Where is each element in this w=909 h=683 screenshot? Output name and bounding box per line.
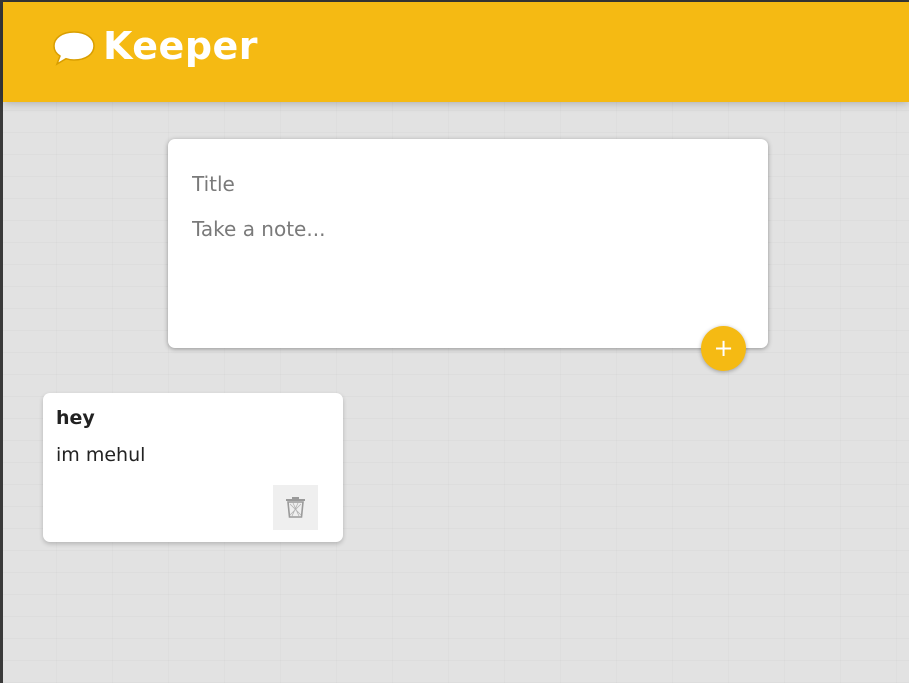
add-note-button[interactable]: + <box>701 326 746 371</box>
note-content-input[interactable] <box>192 217 742 327</box>
window-left-border <box>0 0 3 683</box>
speech-bubble-icon <box>53 31 95 66</box>
app-title: Keeper <box>103 24 259 68</box>
delete-note-button[interactable] <box>273 485 318 530</box>
create-note-form <box>168 139 768 348</box>
app-header: Keeper <box>3 2 909 102</box>
note-title: hey <box>56 407 95 429</box>
note-content: im mehul <box>56 444 146 466</box>
note-title-input[interactable] <box>192 169 742 199</box>
trash-icon <box>286 497 305 518</box>
note-card: hey im mehul <box>43 393 343 542</box>
